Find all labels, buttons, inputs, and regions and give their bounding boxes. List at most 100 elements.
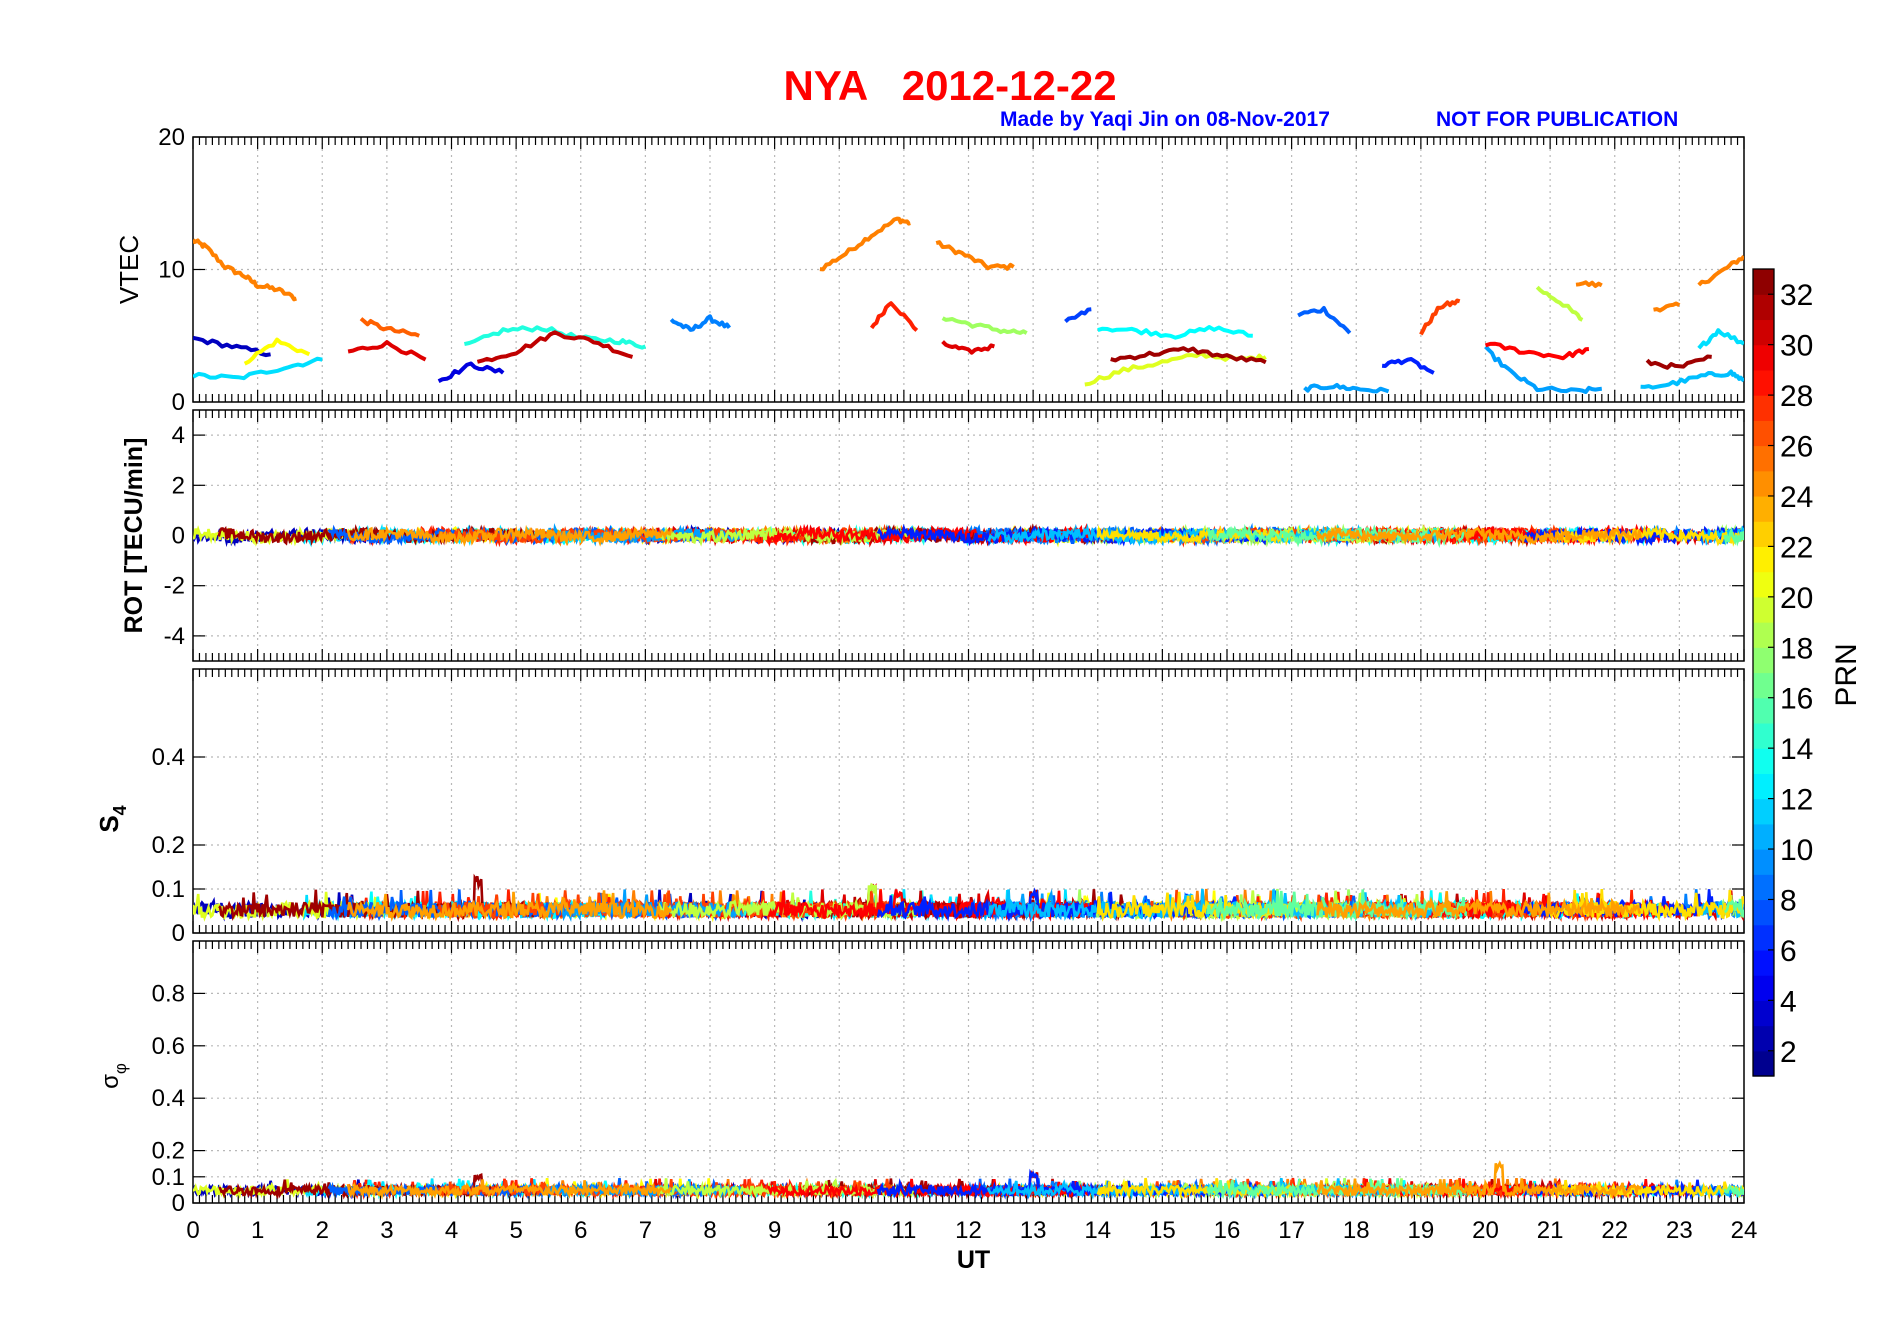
- rot-panel: -4 -2 0 2 4: [164, 409, 1745, 662]
- colorbar-swatch: [1753, 546, 1774, 573]
- x-tick-label: 9: [768, 1217, 781, 1244]
- colorbar-swatch: [1753, 521, 1774, 548]
- colorbar-swatch: [1753, 924, 1774, 951]
- sp-ytick-label: 0.2: [152, 1138, 185, 1165]
- rot-ylabel: ROT [TECU/min]: [120, 438, 148, 634]
- vtec-grid: [193, 137, 1744, 402]
- sp-series-group: [193, 1160, 1744, 1201]
- colorbar-swatch: [1753, 748, 1774, 774]
- x-tick-label: 10: [826, 1217, 853, 1244]
- colorbar-swatch: [1753, 899, 1774, 926]
- vtec-series-prn-8: [1297, 306, 1352, 335]
- colorbar-swatch: [1753, 269, 1774, 295]
- colorbar-swatch: [1753, 596, 1774, 623]
- vtec-series-prn-25: [1575, 280, 1603, 288]
- x-tick-label: 20: [1472, 1217, 1499, 1244]
- vtec-series-prn-29: [1484, 341, 1590, 361]
- colorbar-swatch: [1753, 849, 1774, 875]
- colorbar-swatch: [1753, 344, 1774, 371]
- vtec-series-prn-25: [935, 240, 1015, 271]
- colorbar-swatch: [1753, 495, 1774, 522]
- colorbar-swatch: [1753, 1050, 1774, 1077]
- vtec-series-prn-31: [476, 330, 634, 364]
- s4-ytick-label: 0: [172, 920, 185, 947]
- colorbar-tick-label: 8: [1780, 884, 1797, 917]
- colorbar-swatch: [1753, 722, 1774, 749]
- x-tick-label: 8: [703, 1217, 716, 1244]
- colorbar-swatch: [1753, 697, 1774, 724]
- vtec-series-prn-12: [193, 356, 323, 381]
- vtec-ylabel: VTEC: [114, 235, 144, 304]
- vtec-series-prn-14: [463, 325, 647, 350]
- vtec-series-prn-6: [1381, 357, 1435, 375]
- x-tick-label: 18: [1343, 1217, 1370, 1244]
- x-tick-label: 4: [445, 1217, 458, 1244]
- vtec-series-prn-32: [1645, 354, 1712, 370]
- colorbar-swatch: [1753, 445, 1774, 472]
- vtec-series-prn-25: [1653, 301, 1681, 313]
- colorbar-tick-label: 20: [1780, 582, 1813, 615]
- s4-panel: 0 0.1 0.2 0.4: [152, 668, 1745, 947]
- colorbar-swatch: [1753, 294, 1774, 321]
- colorbar-tick-label: 6: [1780, 935, 1797, 968]
- colorbar-tick-label: 14: [1780, 733, 1813, 766]
- x-tick-label: 12: [955, 1217, 982, 1244]
- vtec-series-prn-26: [359, 317, 420, 338]
- vtec-series-prn-25: [819, 216, 911, 272]
- vtec-series-prn-7: [1064, 307, 1092, 324]
- x-tick-label: 17: [1278, 1217, 1305, 1244]
- s4-ylabel: S4: [94, 805, 130, 832]
- colorbar-tick-label: 2: [1780, 1036, 1797, 1069]
- vtec-series-prn-13: [1097, 325, 1253, 340]
- colorbar-tick-label: 10: [1780, 834, 1813, 867]
- vtec-series-prn-18: [941, 316, 1028, 335]
- x-tick-label: 6: [574, 1217, 587, 1244]
- vtec-series-prn-28: [869, 301, 919, 332]
- sp-ytick-label: 0.6: [152, 1033, 185, 1060]
- sp-ytick-label: 0.4: [152, 1085, 185, 1112]
- sp-ytick-label: 0: [172, 1190, 185, 1217]
- x-tick-label: 23: [1666, 1217, 1693, 1244]
- x-tick-label: 7: [639, 1217, 652, 1244]
- colorbar-swatch: [1753, 622, 1774, 648]
- colorbar-swatch: [1753, 1000, 1774, 1027]
- colorbar-tick-label: 18: [1780, 632, 1813, 665]
- vtec-series-prn-30: [347, 340, 427, 362]
- x-tick-label: 1: [251, 1217, 264, 1244]
- sp-panel: 00.10.2 0.4 0.6 0.8: [152, 940, 1745, 1217]
- rot-ytick-label: 4: [172, 422, 185, 449]
- colorbar-tick-label: 12: [1780, 784, 1813, 817]
- x-tick-label: 5: [509, 1217, 522, 1244]
- colorbar-tick-label: 26: [1780, 431, 1813, 464]
- x-tick-label: 11: [891, 1217, 916, 1244]
- colorbar-swatch: [1753, 672, 1774, 699]
- vtec-series-prn-9: [669, 314, 732, 332]
- x-tick-label: 19: [1408, 1217, 1435, 1244]
- rot-series-group: [193, 522, 1744, 549]
- x-tick-label: 21: [1537, 1217, 1564, 1244]
- colorbar-tick-label: 16: [1780, 683, 1813, 716]
- x-tick-label: 3: [380, 1217, 393, 1244]
- rot-ytick-label: -4: [164, 623, 185, 650]
- colorbar-tick-label: 30: [1780, 330, 1813, 363]
- rot-ytick-label: -2: [164, 573, 185, 600]
- colorbar-swatch: [1753, 874, 1774, 901]
- colorbar-tick-label: 32: [1780, 279, 1813, 312]
- colorbar-label: PRN: [1830, 643, 1863, 706]
- rot-ytick-label: 0: [172, 523, 185, 550]
- x-tick-label: 2: [316, 1217, 329, 1244]
- colorbar-swatch: [1753, 420, 1774, 447]
- colorbar-swatch: [1753, 949, 1774, 976]
- colorbar-swatch: [1753, 647, 1774, 674]
- colorbar-swatch: [1753, 773, 1774, 800]
- colorbar-tick-label: 22: [1780, 531, 1813, 564]
- vtec-series-prn-4: [437, 361, 505, 383]
- vtec-series-prn-25: [193, 238, 297, 302]
- vtec-series-prn-11: [1640, 369, 1744, 390]
- s4-ytick-label: 0.4: [152, 744, 185, 771]
- colorbar-swatch: [1753, 1025, 1774, 1052]
- colorbar-swatch: [1753, 319, 1774, 346]
- x-tick-label: 13: [1020, 1217, 1047, 1244]
- vtec-ytick-label: 0: [172, 389, 185, 416]
- colorbar-swatch: [1753, 395, 1774, 421]
